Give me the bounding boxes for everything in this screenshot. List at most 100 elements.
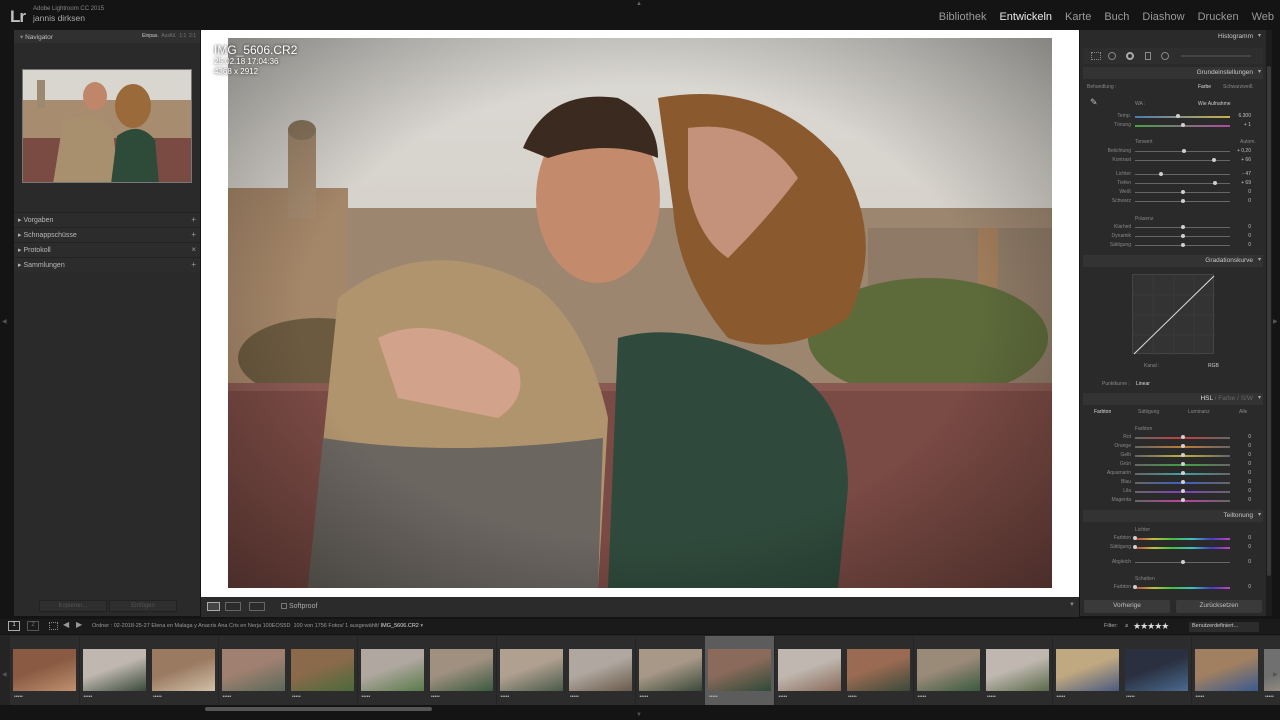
slider-knob[interactable] xyxy=(1180,234,1185,238)
collapse-top-icon[interactable]: ▲ xyxy=(636,1,642,7)
filmstrip-thumbnail[interactable]: ••••• xyxy=(1052,636,1122,705)
slider-knob[interactable] xyxy=(1133,585,1137,589)
slider-value[interactable]: 0 xyxy=(1248,497,1251,503)
slider-value[interactable]: 0 xyxy=(1248,535,1251,541)
hsl-tab-all[interactable]: Alle xyxy=(1239,409,1247,415)
module-bibliothek[interactable]: Bibliothek xyxy=(939,11,987,23)
zoom-2-1[interactable]: 2:1 xyxy=(189,33,196,39)
module-drucken[interactable]: Drucken xyxy=(1198,11,1239,23)
slider-knob[interactable] xyxy=(1182,149,1187,153)
slider-knob[interactable] xyxy=(1212,181,1217,185)
filmstrip-thumbnail[interactable]: ••••• xyxy=(635,636,705,705)
hsl-tab-saturation[interactable]: Sättigung xyxy=(1138,409,1159,415)
zoom-1-1[interactable]: 1:1 xyxy=(179,33,186,39)
filmstrip-thumbnail[interactable]: ••••• xyxy=(10,636,79,705)
filmstrip-thumbnail[interactable]: ••••• xyxy=(218,636,288,705)
slider-value[interactable]: 0 xyxy=(1248,452,1251,458)
paste-button[interactable]: Einfügen xyxy=(109,600,177,612)
filmstrip-thumbnail[interactable]: ••••• xyxy=(1191,636,1261,705)
grid-view-icon[interactable] xyxy=(49,622,58,630)
slider-value[interactable]: 0 xyxy=(1248,434,1251,440)
slider-track[interactable] xyxy=(1135,547,1230,549)
filmstrip-right-icon[interactable]: ▶ xyxy=(1273,671,1278,678)
photo-canvas[interactable] xyxy=(201,30,1079,597)
slider-value[interactable]: 0 xyxy=(1248,233,1251,239)
source-path[interactable]: Ordner : 02-2018-25-27 Elena en Malaga y… xyxy=(92,623,423,629)
presets-section[interactable]: ▸ Vorgaben + xyxy=(14,212,200,227)
slider-track[interactable] xyxy=(1135,174,1230,175)
clear-history-icon[interactable]: × xyxy=(191,245,196,254)
slider-track[interactable] xyxy=(1135,538,1230,540)
filmstrip-thumbnail[interactable]: ••••• xyxy=(288,636,357,705)
point-curve-select[interactable]: Linear xyxy=(1136,381,1150,387)
back-arrow-icon[interactable]: ◀ xyxy=(63,620,69,629)
channel-select[interactable]: RGB xyxy=(1208,363,1219,369)
hsl-title-hsl[interactable]: HSL xyxy=(1200,395,1212,402)
module-buch[interactable]: Buch xyxy=(1104,11,1129,23)
slider-value[interactable]: 0 xyxy=(1248,470,1251,476)
forward-arrow-icon[interactable]: ▶ xyxy=(76,620,82,629)
slider-knob[interactable] xyxy=(1180,123,1185,127)
slider-value[interactable]: + 1 xyxy=(1244,122,1251,128)
hsl-tab-hue[interactable]: Farbton xyxy=(1094,409,1111,415)
scroll-thumb[interactable] xyxy=(205,707,432,711)
graduated-filter-icon[interactable] xyxy=(1145,52,1151,60)
before-after-icon[interactable] xyxy=(225,602,241,611)
slider-value[interactable]: 0 xyxy=(1248,488,1251,494)
module-entwickeln[interactable]: Entwickeln xyxy=(999,11,1052,23)
slider-knob[interactable] xyxy=(1180,243,1185,247)
module-karte[interactable]: Karte xyxy=(1065,11,1091,23)
eyedropper-icon[interactable]: ✎ xyxy=(1090,97,1098,108)
filmstrip-thumbnail[interactable]: ••••• xyxy=(427,636,496,705)
split-toning-header[interactable]: Teiltonung ▾ xyxy=(1083,510,1263,522)
slider-knob[interactable] xyxy=(1180,471,1185,475)
curve-header[interactable]: Gradationskurve ▾ xyxy=(1083,255,1263,267)
rating-filter-stars[interactable]: ★★★★★ xyxy=(1133,621,1169,632)
radial-filter-icon[interactable] xyxy=(1161,52,1169,60)
slider-value[interactable]: + 69 xyxy=(1241,180,1251,186)
hsl-title-bw[interactable]: S/W xyxy=(1241,395,1253,402)
collapse-bottom-icon[interactable]: ▼ xyxy=(636,712,642,718)
slider-value[interactable]: 0 xyxy=(1248,198,1251,204)
zoom-fit[interactable]: Einpas. xyxy=(142,33,159,39)
previous-button[interactable]: Vorherige xyxy=(1084,600,1170,613)
slider-value[interactable]: 0 xyxy=(1248,189,1251,195)
slider-value[interactable]: + 66 xyxy=(1241,157,1251,163)
navigator-header[interactable]: ▾ Navigator Einpas. Ausfül. 1:1 2:1 xyxy=(14,30,200,43)
filmstrip-thumbnail[interactable]: ••••• xyxy=(983,636,1052,705)
slider-knob[interactable] xyxy=(1211,158,1216,162)
slider-value[interactable]: 0 xyxy=(1248,544,1251,550)
slider-knob[interactable] xyxy=(1180,462,1185,466)
loupe-view-icon[interactable] xyxy=(207,602,220,611)
slider-knob[interactable] xyxy=(1180,498,1185,502)
hsl-title-color[interactable]: Farbe xyxy=(1218,395,1235,402)
collapse-right-icon[interactable]: ▶ xyxy=(1273,318,1278,325)
compare-view-icon[interactable] xyxy=(249,602,265,611)
slider-value[interactable]: + 0,20 xyxy=(1237,148,1251,154)
basic-header[interactable]: Grundeinstellungen ▾ xyxy=(1083,67,1263,79)
spot-removal-icon[interactable] xyxy=(1108,52,1116,60)
slider-knob[interactable] xyxy=(1180,489,1185,493)
slider-value[interactable]: 0 xyxy=(1248,559,1251,565)
slider-value[interactable]: 0 xyxy=(1248,443,1251,449)
treatment-color[interactable]: Farbe xyxy=(1198,84,1211,90)
filmstrip-thumbnail[interactable]: ••••• xyxy=(357,636,427,705)
copy-button[interactable]: Kopieren... xyxy=(39,600,107,612)
scroll-thumb[interactable] xyxy=(1267,66,1271,576)
filmstrip-thumbnail[interactable]: ••••• xyxy=(79,636,149,705)
toolbar-menu-icon[interactable]: ▼ xyxy=(1069,602,1075,608)
collapse-left-icon[interactable]: ◀ xyxy=(2,318,7,325)
slider-knob[interactable] xyxy=(1180,190,1185,194)
slider-knob[interactable] xyxy=(1180,444,1185,448)
slider-knob[interactable] xyxy=(1175,114,1180,118)
slider-knob[interactable] xyxy=(1180,199,1185,203)
brush-slider[interactable] xyxy=(1181,55,1251,57)
module-web[interactable]: Web xyxy=(1252,11,1274,23)
filmstrip-thumbnail[interactable]: ••••• xyxy=(774,636,844,705)
slider-value[interactable]: 0 xyxy=(1248,224,1251,230)
filmstrip-thumbnail[interactable]: ••••• xyxy=(1122,636,1191,705)
slider-knob[interactable] xyxy=(1180,225,1185,229)
slider-value[interactable]: 0 xyxy=(1248,479,1251,485)
filmstrip-thumbnail[interactable]: ••••• xyxy=(913,636,983,705)
filmstrip-thumbnail[interactable]: ••••• xyxy=(496,636,566,705)
